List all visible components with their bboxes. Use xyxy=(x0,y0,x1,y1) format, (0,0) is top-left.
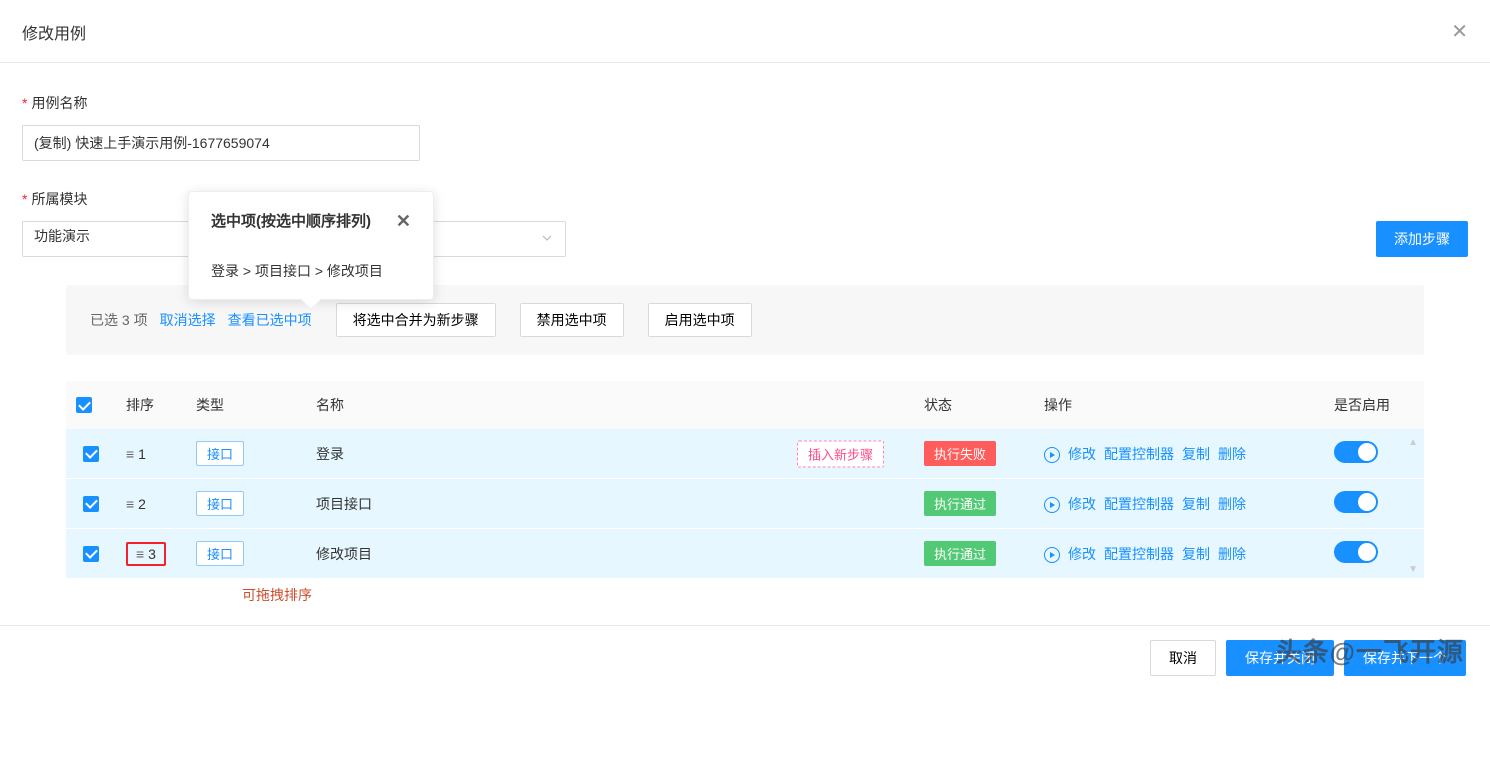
play-icon[interactable] xyxy=(1044,447,1060,463)
status-badge: 执行通过 xyxy=(924,541,996,566)
drag-icon[interactable]: ≡ xyxy=(136,547,142,561)
modal-title: 修改用例 xyxy=(22,20,86,44)
step-name: 修改项目 xyxy=(316,546,372,562)
th-order: 排序 xyxy=(116,381,186,429)
th-ops: 操作 xyxy=(1034,381,1324,429)
config-link[interactable]: 配置控制器 xyxy=(1104,446,1174,462)
th-type: 类型 xyxy=(186,381,306,429)
drag-hint: 可拖拽排序 xyxy=(242,585,1468,605)
name-label: *用例名称 xyxy=(22,93,1468,113)
select-all-checkbox[interactable] xyxy=(76,397,92,413)
delete-link[interactable]: 删除 xyxy=(1218,446,1246,462)
th-status: 状态 xyxy=(914,381,1034,429)
cancel-button[interactable]: 取消 xyxy=(1150,640,1216,676)
config-link[interactable]: 配置控制器 xyxy=(1104,496,1174,512)
name-input[interactable] xyxy=(22,125,420,161)
delete-link[interactable]: 删除 xyxy=(1218,546,1246,562)
edit-link[interactable]: 修改 xyxy=(1068,496,1096,512)
table-row: ≡ 3 接口 修改项目 执行通过 修改配置控制器复制删除 xyxy=(66,529,1424,579)
enable-toggle[interactable] xyxy=(1334,441,1378,463)
table-row: ≡ 1 接口 登录插入新步骤 执行失败 修改配置控制器复制删除 xyxy=(66,429,1424,479)
copy-link[interactable]: 复制 xyxy=(1182,496,1210,512)
enable-button[interactable]: 启用选中项 xyxy=(648,303,752,337)
enable-toggle[interactable] xyxy=(1334,491,1378,513)
drag-icon[interactable]: ≡ xyxy=(126,497,132,511)
row-checkbox[interactable] xyxy=(83,546,99,562)
popover-close-icon[interactable]: ✕ xyxy=(396,212,411,230)
edit-link[interactable]: 修改 xyxy=(1068,546,1096,562)
row-checkbox[interactable] xyxy=(83,446,99,462)
save-close-button[interactable]: 保存并关闭 xyxy=(1226,640,1334,676)
popover-content: 登录 > 项目接口 > 修改项目 xyxy=(211,261,411,281)
insert-step-tag[interactable]: 插入新步骤 xyxy=(797,440,884,467)
enable-toggle[interactable] xyxy=(1334,541,1378,563)
type-tag[interactable]: 接口 xyxy=(196,491,244,516)
selection-popover: 选中项(按选中顺序排列) ✕ 登录 > 项目接口 > 修改项目 xyxy=(188,191,434,300)
play-icon[interactable] xyxy=(1044,497,1060,513)
scroll-down-icon: ▼ xyxy=(1408,564,1418,575)
merge-button[interactable]: 将选中合并为新步骤 xyxy=(336,303,496,337)
selection-count-text: 已选 3 项 xyxy=(90,310,148,330)
row-checkbox[interactable] xyxy=(83,496,99,512)
copy-link[interactable]: 复制 xyxy=(1182,546,1210,562)
cancel-selection-link[interactable]: 取消选择 xyxy=(160,310,216,330)
status-badge: 执行失败 xyxy=(924,441,996,466)
save-next-button[interactable]: 保存并下一个 xyxy=(1344,640,1466,676)
type-tag[interactable]: 接口 xyxy=(196,541,244,566)
copy-link[interactable]: 复制 xyxy=(1182,446,1210,462)
popover-title: 选中项(按选中顺序排列) xyxy=(211,210,371,231)
scroll-up-icon: ▲ xyxy=(1408,437,1418,448)
play-icon[interactable] xyxy=(1044,547,1060,563)
type-tag[interactable]: 接口 xyxy=(196,441,244,466)
add-step-button[interactable]: 添加步骤 xyxy=(1376,221,1468,257)
view-selection-link[interactable]: 查看已选中项 xyxy=(228,310,312,330)
close-icon[interactable]: ✕ xyxy=(1451,22,1468,42)
step-name: 项目接口 xyxy=(316,496,372,512)
disable-button[interactable]: 禁用选中项 xyxy=(520,303,624,337)
chevron-down-icon xyxy=(541,231,553,247)
step-name: 登录 xyxy=(316,446,344,462)
table-row: ≡ 2 接口 项目接口 执行通过 修改配置控制器复制删除 xyxy=(66,479,1424,529)
th-enabled: 是否启用 xyxy=(1324,381,1424,429)
th-name: 名称 xyxy=(306,381,914,429)
config-link[interactable]: 配置控制器 xyxy=(1104,546,1174,562)
drag-highlight: ≡ 3 xyxy=(126,542,166,566)
steps-table: 排序 类型 名称 状态 操作 是否启用 ≡ 1 接口 登录插入新步骤 执行失败 … xyxy=(66,381,1424,579)
status-badge: 执行通过 xyxy=(924,491,996,516)
drag-icon[interactable]: ≡ xyxy=(126,447,132,461)
edit-link[interactable]: 修改 xyxy=(1068,446,1096,462)
delete-link[interactable]: 删除 xyxy=(1218,496,1246,512)
